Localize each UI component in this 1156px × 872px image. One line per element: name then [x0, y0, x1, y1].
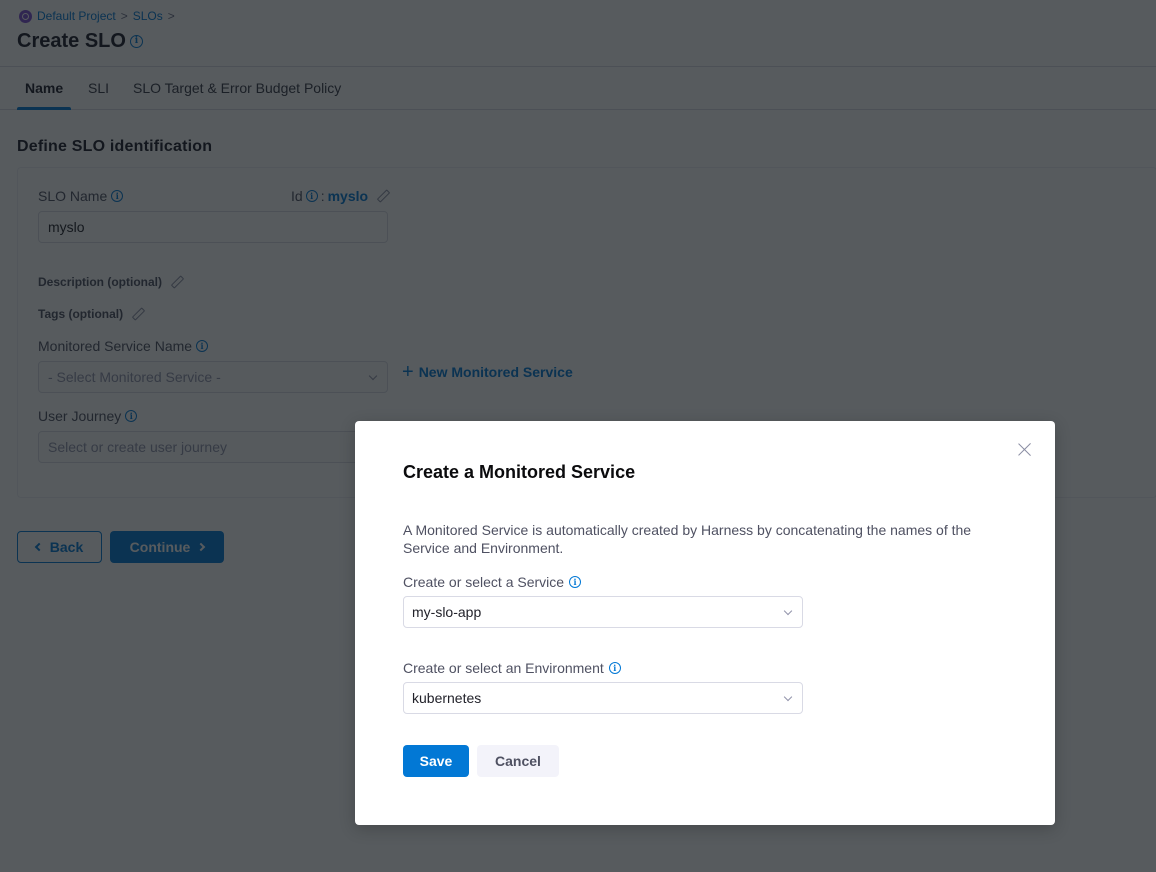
service-label-text: Create or select a Service [403, 574, 565, 590]
service-select-value: my-slo-app [412, 604, 482, 620]
cancel-button[interactable]: Cancel [477, 745, 559, 777]
dialog-title: Create a Monitored Service [403, 462, 636, 482]
service-select[interactable]: my-slo-app [403, 596, 803, 628]
service-field-label: Create or select a Service i [403, 574, 582, 590]
environment-field-label: Create or select an Environment i [403, 660, 621, 676]
info-icon[interactable]: i [608, 662, 621, 674]
save-button[interactable]: Save [403, 745, 469, 777]
environment-select-value: kubernetes [412, 690, 482, 706]
chevron-down-icon [783, 606, 793, 616]
close-icon[interactable] [1017, 441, 1033, 457]
environment-label-text: Create or select an Environment [403, 660, 604, 676]
chevron-down-icon [783, 692, 793, 702]
create-monitored-service-dialog: Create a Monitored Service A Monitored S… [355, 421, 1055, 825]
info-icon[interactable]: i [569, 576, 582, 588]
environment-select[interactable]: kubernetes [403, 682, 803, 714]
dialog-description: A Monitored Service is automatically cre… [403, 522, 972, 556]
